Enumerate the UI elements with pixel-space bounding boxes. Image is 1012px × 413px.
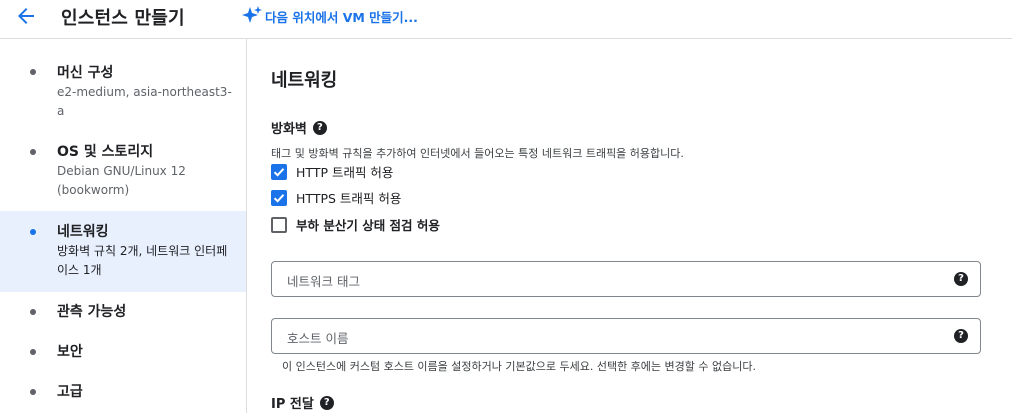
sidebar-item-subtitle: Debian GNU/Linux 12 (bookworm) xyxy=(57,164,186,197)
checkbox-label: 부하 분산기 상태 점검 허용 xyxy=(296,218,440,233)
sidebar-item-observability[interactable]: 관측 가능성 xyxy=(0,292,246,330)
sparkle-icon xyxy=(242,6,262,23)
help-icon[interactable]: ? xyxy=(954,272,968,286)
sidebar-item-advanced[interactable]: 고급 xyxy=(0,372,246,410)
allow-lb-health-check-checkbox[interactable]: 부하 분산기 상태 점검 허용 xyxy=(271,215,440,234)
allow-http-checkbox[interactable]: HTTP 트래픽 허용 xyxy=(271,162,393,181)
sidebar-item-os-storage[interactable]: OS 및 스토리지 Debian GNU/Linux 12 (bookworm) xyxy=(0,129,246,211)
sidebar-item-subtitle: e2-medium, asia-northeast3-a xyxy=(57,85,232,118)
sidebar-item-networking[interactable]: 네트워킹 방화벽 규칙 2개, 네트워크 인터페이스 1개 xyxy=(0,211,246,292)
firewall-description: 태그 및 방화벽 규칙을 추가하여 인터넷에서 들어오는 특정 네트워크 트래픽… xyxy=(271,147,684,160)
sidebar-item-label: OS 및 스토리지 xyxy=(57,144,154,160)
help-icon[interactable]: ? xyxy=(954,329,968,343)
checkbox-label: HTTPS 트래픽 허용 xyxy=(296,191,402,206)
checkbox-unchecked-icon[interactable] xyxy=(271,216,287,233)
firewall-heading: 방화벽 ? xyxy=(271,118,327,137)
sidebar-item-label: 보안 xyxy=(57,344,83,360)
help-icon[interactable]: ? xyxy=(319,395,334,410)
bullet-dot xyxy=(30,389,36,395)
help-icon[interactable]: ? xyxy=(312,120,327,135)
back-arrow-icon[interactable] xyxy=(14,4,38,28)
page-title: 인스턴스 만들기 xyxy=(61,8,185,29)
ip-forwarding-title: IP 전달 xyxy=(271,397,314,412)
main-content: 네트워킹 방화벽 ? 태그 및 방화벽 규칙을 추가하여 인터넷에서 들어오는 … xyxy=(248,39,1012,413)
hostname-placeholder: 호스트 이름 xyxy=(287,331,349,346)
bullet-dot xyxy=(30,309,36,315)
network-tags-field[interactable]: 네트워크 태그 ? xyxy=(271,261,981,297)
bullet-dot xyxy=(30,69,36,75)
allow-https-checkbox[interactable]: HTTPS 트래픽 허용 xyxy=(271,188,401,207)
section-heading: 네트워킹 xyxy=(271,70,338,91)
sidebar-item-label: 네트워킹 xyxy=(57,224,109,240)
sidebar-item-subtitle: 방화벽 규칙 2개, 네트워크 인터페이스 1개 xyxy=(57,244,228,277)
sidebar-item-security[interactable]: 보안 xyxy=(0,332,246,370)
hostname-hint: 이 인스턴스에 커스텀 호스트 이름을 설정하거나 기본값으로 두세요. 선택한… xyxy=(282,360,756,373)
network-tags-placeholder: 네트워크 태그 xyxy=(287,274,360,289)
hostname-field[interactable]: 호스트 이름 ? xyxy=(271,318,981,354)
bullet-dot xyxy=(30,149,36,155)
checkbox-checked-icon[interactable] xyxy=(271,189,287,206)
bullet-dot xyxy=(30,229,36,235)
sidebar-item-label: 고급 xyxy=(57,384,83,400)
create-vm-ai-label: 다음 위치에서 VM 만들기... xyxy=(265,9,418,25)
sidebar-item-label: 관측 가능성 xyxy=(57,304,127,320)
ip-forwarding-heading: IP 전달 ? xyxy=(271,393,334,412)
sidebar-item-label: 머신 구성 xyxy=(57,65,114,81)
sidebar-item-machine-config[interactable]: 머신 구성 e2-medium, asia-northeast3-a xyxy=(0,39,246,129)
top-bar: 인스턴스 만들기 다음 위치에서 VM 만들기... xyxy=(0,0,1012,38)
firewall-title: 방화벽 xyxy=(271,122,307,137)
sidebar: 머신 구성 e2-medium, asia-northeast3-a OS 및 … xyxy=(0,39,247,413)
create-vm-ai-link[interactable]: 다음 위치에서 VM 만들기... xyxy=(241,5,418,27)
checkbox-checked-icon[interactable] xyxy=(271,163,287,180)
checkbox-label: HTTP 트래픽 허용 xyxy=(296,165,394,180)
bullet-dot xyxy=(30,349,36,355)
